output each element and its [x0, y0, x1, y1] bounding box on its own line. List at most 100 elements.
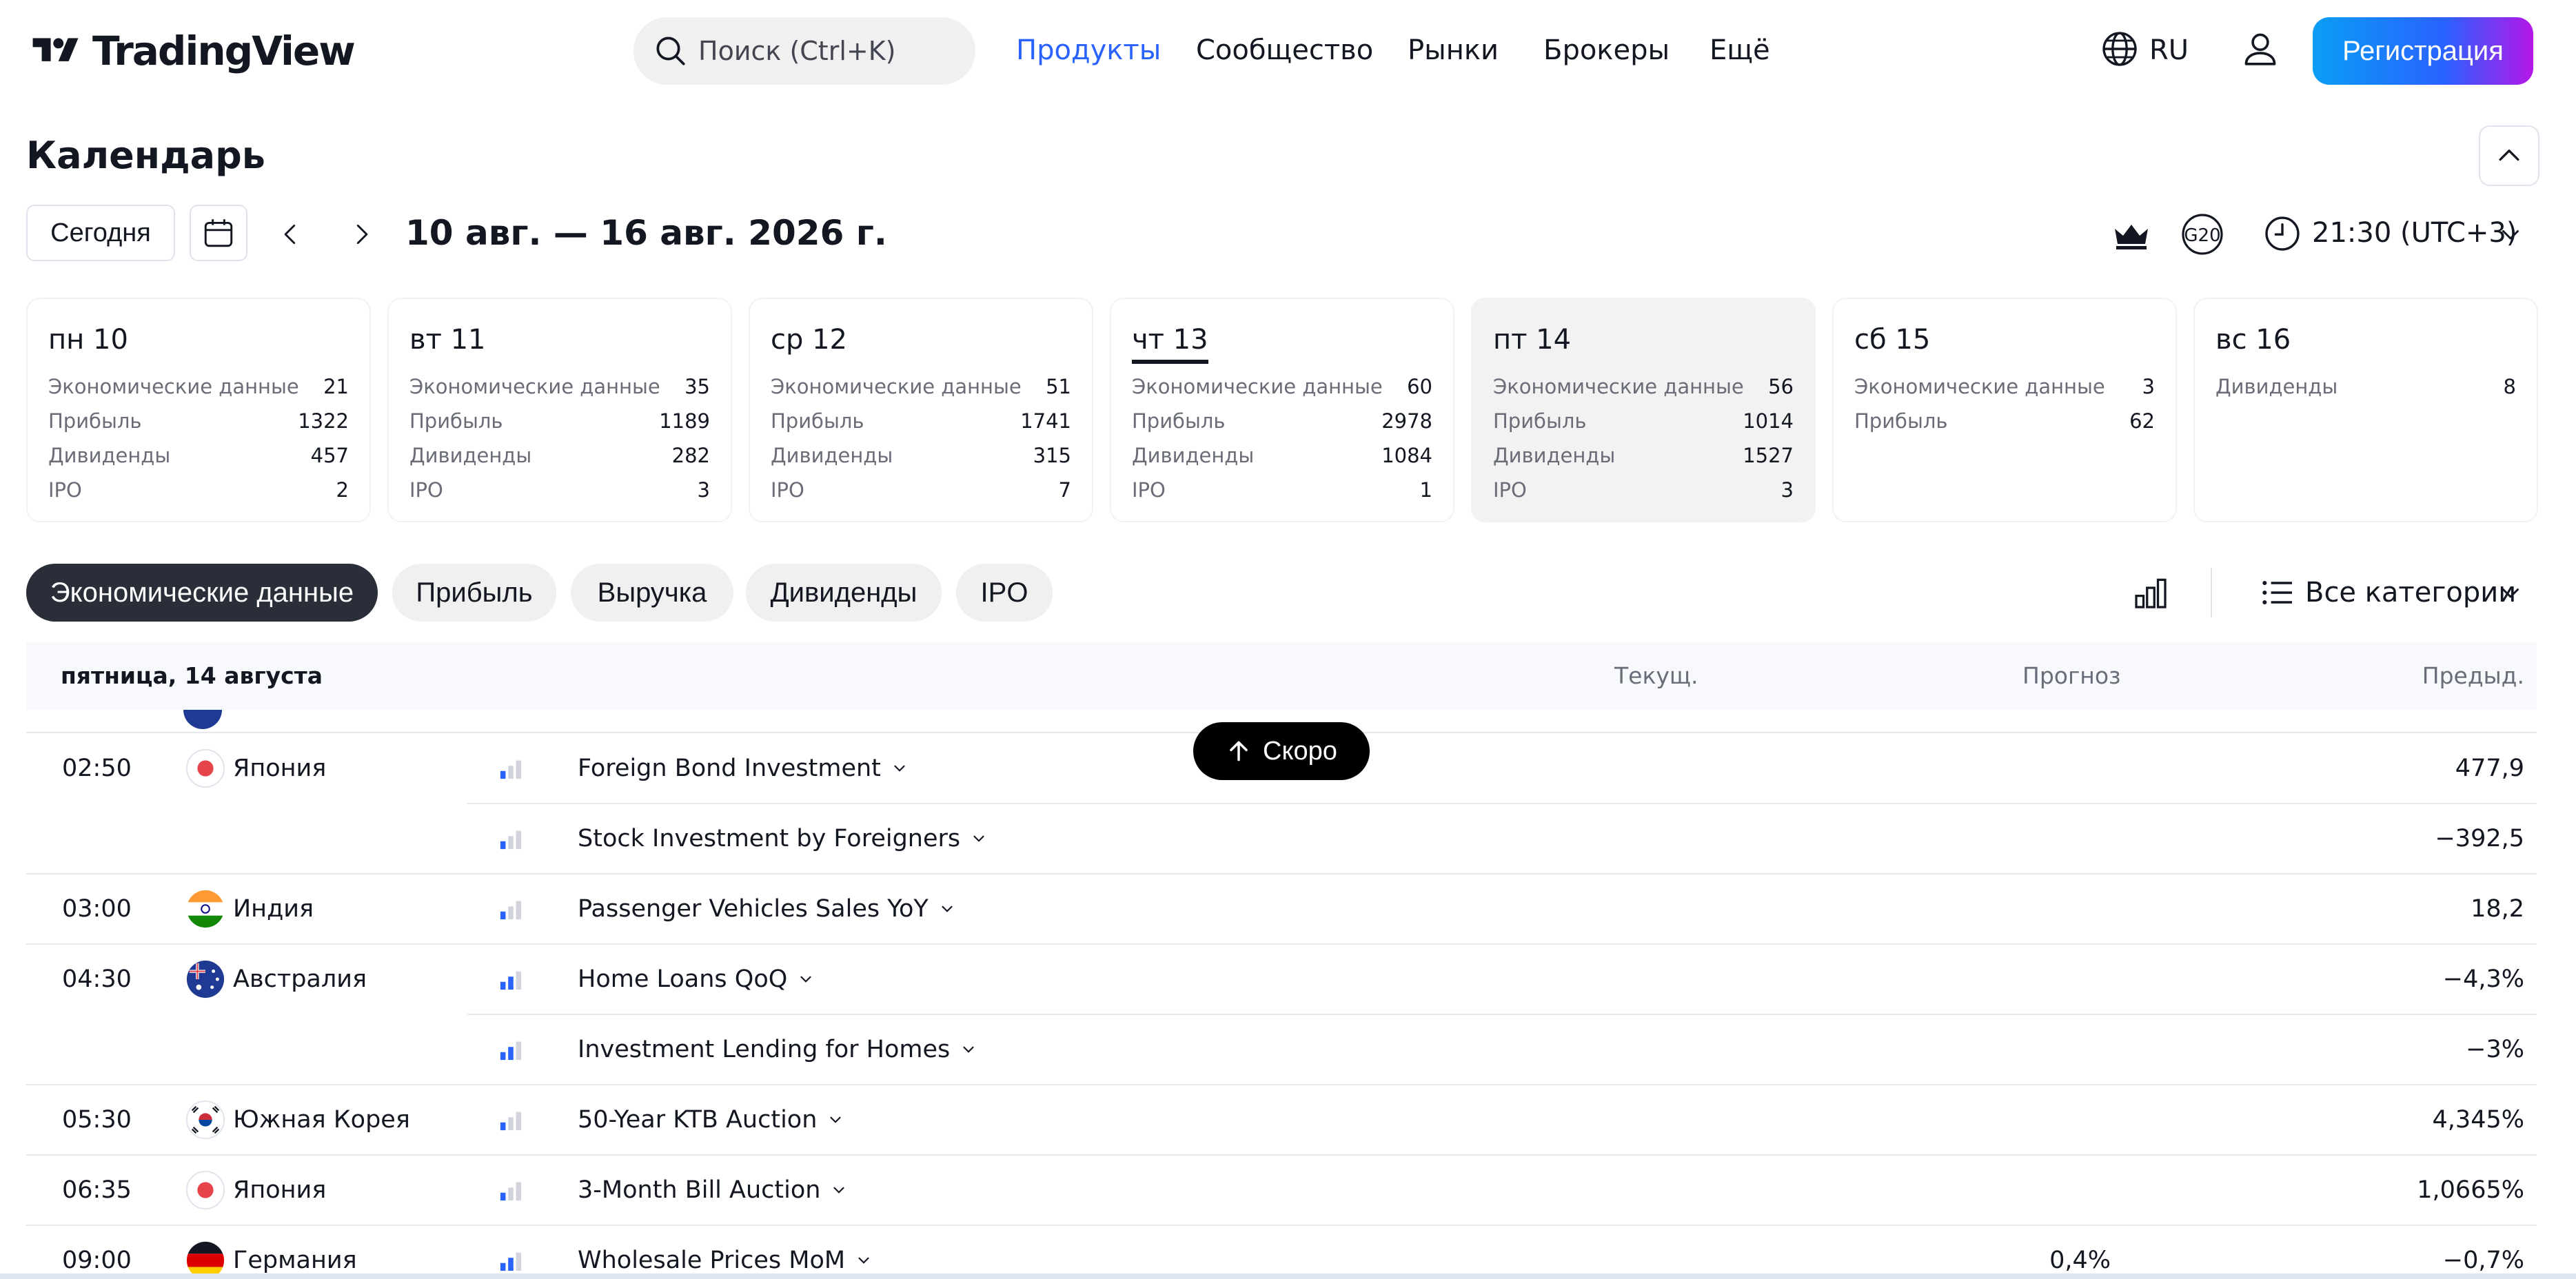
event-time: 09:00 [62, 1247, 132, 1274]
clock-icon[interactable] [2262, 214, 2302, 254]
day-label: вс 16 [2215, 324, 2291, 356]
previous-week-button[interactable] [270, 214, 312, 255]
table-row[interactable]: 05:30 Южная Корея 50-Year KTB Auction 4,… [26, 1085, 2537, 1156]
day-stat: Прибыль 62 [1854, 404, 2155, 438]
stat-value: 315 [1033, 444, 1071, 467]
australia-flag-icon [185, 945, 226, 1014]
day-stat: Дивиденды 457 [48, 438, 349, 473]
importance-low-icon [497, 734, 525, 803]
event-name[interactable]: 3-Month Bill Auction [578, 1156, 848, 1225]
chevron-down-icon[interactable] [2498, 580, 2523, 605]
event-country: Япония [233, 1176, 327, 1204]
chevron-down-icon [963, 1046, 974, 1053]
stat-value: 3 [1781, 478, 1794, 502]
collapse-button[interactable] [2479, 125, 2539, 186]
stat-value: 62 [2129, 409, 2155, 433]
day-stat: Экономические данные 60 [1132, 369, 1432, 404]
event-time: 05:30 [62, 1106, 132, 1134]
user-icon[interactable] [2240, 29, 2280, 69]
stat-name: Экономические данные [1854, 375, 2105, 398]
event-name[interactable]: Home Loans QoQ [578, 945, 815, 1014]
nav-brokers[interactable]: Брокеры [1543, 32, 1670, 68]
register-button[interactable]: Регистрация [2313, 17, 2533, 85]
day-stat: IPO 2 [48, 473, 349, 507]
calendar-picker-button[interactable] [190, 205, 247, 261]
stat-value: 1084 [1381, 444, 1432, 467]
nav-markets[interactable]: Рынки [1408, 32, 1499, 68]
filter-revenue[interactable]: Выручка [571, 564, 733, 622]
search-input[interactable]: Поиск (Ctrl+K) [633, 17, 975, 85]
table-row[interactable]: 06:35 Япония 3-Month Bill Auction 1,0665… [26, 1156, 2537, 1226]
today-button[interactable]: Сегодня [26, 205, 175, 261]
globe-icon[interactable] [2100, 29, 2140, 69]
nav-products[interactable]: Продукты [1016, 32, 1161, 68]
list-icon[interactable] [2258, 573, 2297, 612]
day-stat: Экономические данные 21 [48, 369, 349, 404]
day-label: ср 12 [771, 324, 847, 356]
filter-ipo[interactable]: IPO [956, 564, 1053, 622]
stat-name: Экономические данные [771, 375, 1022, 398]
event-name[interactable]: 50-Year KTB Auction [578, 1085, 844, 1154]
day-card-fri[interactable]: пт 14 Экономические данные 56 Прибыль 1014… [1471, 298, 1816, 522]
crown-icon[interactable] [2112, 218, 2151, 251]
nav-more[interactable]: Ещё [1710, 32, 1770, 68]
day-card-sat[interactable]: сб 15 Экономические данные 3 Прибыль 62 [1832, 298, 2177, 522]
event-name[interactable]: Wholesale Prices MoM [578, 1226, 873, 1279]
g20-filter-icon[interactable]: G20 [2178, 212, 2227, 256]
event-forecast: 0,4% [2049, 1247, 2111, 1274]
filter-economic[interactable]: Экономические данные [26, 564, 378, 622]
day-card-tue[interactable]: вт 11 Экономические данные 35 Прибыль 1189… [387, 298, 732, 522]
logo-text: TradingView [92, 28, 356, 74]
table-row[interactable]: 09:00 Германия Wholesale Prices MoM 0,4%… [26, 1226, 2537, 1279]
top-header: TradingView Поиск (Ctrl+K) Продукты Сооб… [0, 0, 2576, 102]
day-card-wed[interactable]: ср 12 Экономические данные 51 Прибыль 1741… [749, 298, 1093, 522]
table-row[interactable]: 03:00 Индия Passenger Vehicles Sales YoY… [26, 874, 2537, 945]
stat-name: Экономические данные [1493, 375, 1744, 398]
day-stat: Прибыль 2978 [1132, 404, 1432, 438]
day-stat: Прибыль 1014 [1493, 404, 1794, 438]
stat-value: 1741 [1020, 409, 1071, 433]
stat-name: IPO [1493, 478, 1527, 502]
day-stat: Прибыль 1322 [48, 404, 349, 438]
day-stat: Прибыль 1189 [409, 404, 710, 438]
day-label: пн 10 [48, 324, 128, 356]
importance-low-icon [497, 1085, 525, 1154]
event-name[interactable]: Passenger Vehicles Sales YoY [578, 874, 956, 943]
calendar-icon [204, 219, 233, 247]
timezone-selector[interactable]: 21:30 (UTC+3) [2312, 215, 2517, 251]
stat-value: 51 [1046, 375, 1071, 398]
filter-earnings[interactable]: Прибыль [392, 564, 556, 622]
day-card-sun[interactable]: вс 16 Дивиденды 8 [2193, 298, 2538, 522]
chevron-down-icon [894, 765, 905, 772]
importance-filter-icon[interactable] [2131, 573, 2170, 612]
event-name[interactable]: Stock Investment by Foreigners [578, 804, 988, 873]
stat-name: Прибыль [771, 409, 864, 433]
chevron-up-icon [2499, 150, 2519, 161]
categories-dropdown[interactable]: Все категории [2305, 575, 2516, 611]
language-switch[interactable]: RU [2149, 32, 2189, 68]
event-previous: −3% [2466, 1036, 2524, 1063]
chevron-down-icon [942, 905, 953, 912]
table-row[interactable]: Investment Lending for Homes −3% [26, 1015, 2537, 1085]
day-label: сб 15 [1854, 324, 1931, 356]
event-name-text: Stock Investment by Foreigners [578, 825, 961, 852]
arrow-up-icon [1230, 741, 1248, 761]
event-name[interactable]: Foreign Bond Investment [578, 734, 909, 803]
scroll-to-upcoming-button[interactable]: Скоро [1193, 722, 1370, 780]
nav-community[interactable]: Сообщество [1196, 32, 1373, 68]
day-card-thu[interactable]: чт 13 Экономические данные 60 Прибыль 2978… [1110, 298, 1454, 522]
chevron-down-icon[interactable] [2498, 222, 2523, 247]
day-stat: Прибыль 1741 [771, 404, 1071, 438]
table-row[interactable]: 04:30 Австралия Home Loans QoQ −4,3% [26, 945, 2537, 1015]
tradingview-logo[interactable]: TradingView [26, 28, 356, 74]
next-week-button[interactable] [341, 214, 382, 255]
stat-name: Прибыль [1854, 409, 1948, 433]
day-card-mon[interactable]: пн 10 Экономические данные 21 Прибыль 1322… [26, 298, 371, 522]
importance-low-icon [497, 804, 525, 873]
day-stat: IPO 7 [771, 473, 1071, 507]
table-row[interactable]: Stock Investment by Foreigners −392,5 [26, 804, 2537, 874]
event-name[interactable]: Investment Lending for Homes [578, 1015, 977, 1084]
filter-dividends[interactable]: Дивиденды [746, 564, 942, 622]
event-previous: −4,3% [2442, 965, 2524, 993]
search-icon [656, 37, 685, 65]
